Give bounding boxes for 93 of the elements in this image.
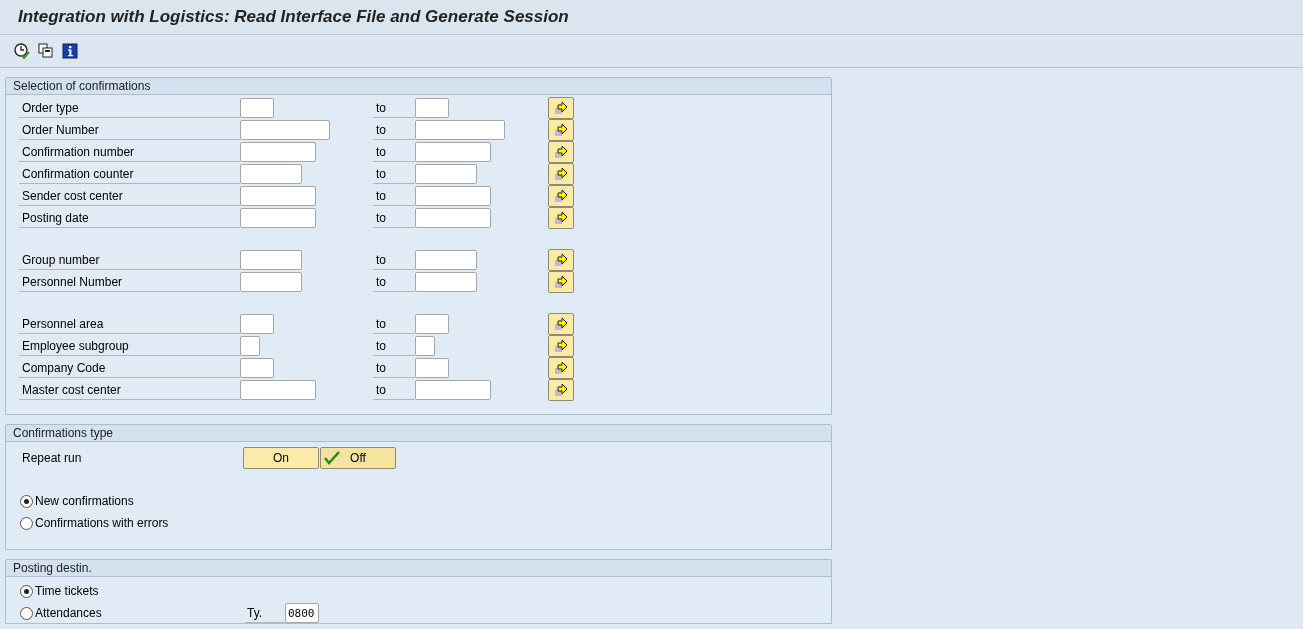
radio-button[interactable] (20, 584, 33, 598)
multiple-selection-button[interactable] (548, 207, 574, 229)
input-field[interactable] (240, 142, 316, 162)
input-field[interactable] (240, 164, 302, 184)
group-title: Selection of confirmations (13, 78, 151, 95)
field-label: Order Number (22, 121, 99, 139)
input-field[interactable] (415, 358, 449, 378)
radio-button[interactable] (20, 494, 33, 508)
multiple-selection-button[interactable] (548, 335, 574, 357)
field-label: Sender cost center (22, 187, 123, 205)
to-label: to (376, 337, 386, 355)
multiple-selection-button[interactable] (548, 249, 574, 271)
input-field[interactable] (415, 186, 491, 206)
group-title: Posting destin. (13, 560, 92, 577)
to-label: to (376, 273, 386, 291)
input-field[interactable] (240, 208, 316, 228)
arrow-right-icon (554, 339, 568, 353)
arrow-right-icon (554, 189, 568, 203)
group-title: Confirmations type (13, 425, 114, 442)
to-label: to (376, 187, 386, 205)
radio-label: New confirmations (35, 493, 134, 510)
to-label: to (376, 165, 386, 183)
field-label: Confirmation number (22, 143, 135, 161)
field-label: Personnel area (22, 315, 104, 333)
multiple-selection-button[interactable] (548, 379, 574, 401)
multiple-selection-button[interactable] (548, 185, 574, 207)
input-field[interactable] (240, 120, 330, 140)
input-field[interactable] (240, 380, 316, 400)
multiple-selection-button[interactable] (548, 97, 574, 119)
to-label: to (376, 315, 386, 333)
input-field[interactable] (415, 120, 505, 140)
multiple-selection-button[interactable] (548, 141, 574, 163)
field-label: Master cost center (22, 381, 121, 399)
arrow-right-icon (554, 275, 568, 289)
arrow-right-icon (554, 317, 568, 331)
to-label: to (376, 99, 386, 117)
multiple-selection-button[interactable] (548, 119, 574, 141)
input-field[interactable] (415, 272, 477, 292)
input-field[interactable] (415, 164, 477, 184)
to-label: to (376, 121, 386, 139)
input-field[interactable] (415, 250, 477, 270)
arrow-right-icon (554, 101, 568, 115)
input-field[interactable] (240, 314, 274, 334)
input-field[interactable] (240, 186, 316, 206)
input-field[interactable] (240, 336, 260, 356)
field-label: Confirmation counter (22, 165, 134, 183)
field-label: Order type (22, 99, 79, 117)
documents-icon[interactable] (38, 43, 54, 59)
input-field[interactable] (415, 380, 491, 400)
input-field[interactable] (415, 336, 435, 356)
multiple-selection-button[interactable] (548, 357, 574, 379)
radio-label: Time tickets (35, 583, 99, 600)
radio-label: Confirmations with errors (35, 515, 169, 532)
field-label: Company Code (22, 359, 106, 377)
input-field[interactable] (415, 314, 449, 334)
radio-label: Attendances (35, 605, 102, 622)
to-label: to (376, 359, 386, 377)
check-icon (324, 450, 340, 465)
field-label: Personnel Number (22, 273, 123, 291)
to-label: to (376, 143, 386, 161)
arrow-right-icon (554, 383, 568, 397)
info-icon[interactable] (62, 43, 78, 59)
arrow-right-icon (554, 253, 568, 267)
arrow-right-icon (554, 361, 568, 375)
clock-check-icon[interactable] (14, 43, 30, 59)
field-label: Group number (22, 251, 100, 269)
input-field[interactable] (240, 358, 274, 378)
field-label: Ty. (247, 604, 263, 622)
input-field[interactable] (240, 98, 274, 118)
input-field[interactable] (415, 208, 491, 228)
input-field[interactable] (240, 272, 302, 292)
field-label: Employee subgroup (22, 337, 129, 355)
radio-button[interactable] (20, 606, 33, 620)
arrow-right-icon (554, 123, 568, 137)
input-field[interactable] (240, 250, 302, 270)
field-label: Posting date (22, 209, 89, 227)
toggle-button[interactable]: On (243, 446, 319, 469)
to-label: to (376, 251, 386, 269)
input-field[interactable] (415, 142, 491, 162)
multiple-selection-button[interactable] (548, 313, 574, 335)
window-title: Integration with Logistics: Read Interface File and Generate Session (18, 6, 569, 29)
to-label: to (376, 209, 386, 227)
multiple-selection-button[interactable] (548, 163, 574, 185)
input-field[interactable] (415, 98, 449, 118)
arrow-right-icon (554, 167, 568, 181)
input-field[interactable]: 0800 (285, 603, 319, 623)
field-label: Repeat run (22, 450, 82, 465)
arrow-right-icon (554, 211, 568, 225)
multiple-selection-button[interactable] (548, 271, 574, 293)
arrow-right-icon (554, 145, 568, 159)
toggle-button[interactable]: Off (320, 446, 396, 469)
to-label: to (376, 381, 386, 399)
radio-button[interactable] (20, 516, 33, 530)
